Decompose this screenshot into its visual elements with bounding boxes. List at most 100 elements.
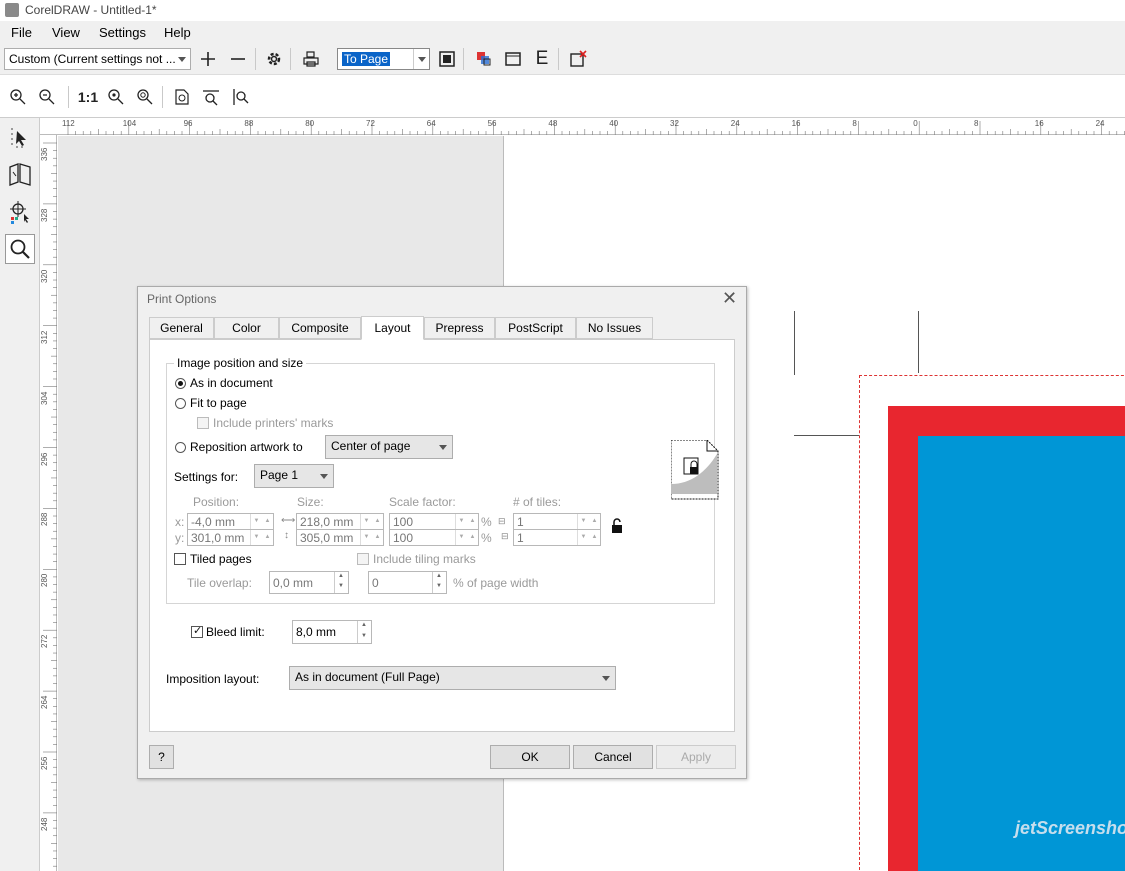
ruler-h-label: 32 bbox=[670, 119, 679, 128]
imposition-tool-icon[interactable] bbox=[6, 160, 34, 188]
color-separations-icon[interactable] bbox=[472, 47, 496, 71]
gear-icon[interactable] bbox=[262, 47, 286, 71]
y-label: y: bbox=[175, 531, 185, 545]
scale-x-field[interactable]: 100 ▼ ▲ bbox=[389, 513, 479, 530]
title-bar: CorelDRAW - Untitled-1* bbox=[0, 0, 1125, 21]
bleed-limit-checkbox[interactable] bbox=[191, 624, 203, 638]
vertical-ruler[interactable]: 336328320312304296288280272264256248240 bbox=[40, 135, 57, 871]
ruler-v-label: 320 bbox=[40, 269, 49, 283]
tab-prepress[interactable]: Prepress bbox=[424, 317, 495, 339]
zoom-out-icon[interactable] bbox=[35, 85, 59, 109]
tiles-y-field[interactable]: 1 ▼ ▲ bbox=[513, 529, 601, 546]
position-column-label: Position: bbox=[193, 495, 240, 509]
include-printers-marks-label: Include printers' marks bbox=[213, 416, 334, 430]
zoom-in-icon[interactable] bbox=[6, 85, 30, 109]
menu-file[interactable]: File bbox=[11, 25, 32, 40]
pick-tool-icon[interactable] bbox=[6, 124, 34, 152]
ruler-h-label: 80 bbox=[305, 119, 315, 128]
settings-for-dropdown[interactable]: Page 1 bbox=[254, 464, 334, 488]
frame-icon[interactable] bbox=[501, 47, 525, 71]
tile-overlap-value: 0,0 mm bbox=[273, 576, 314, 590]
cancel-button[interactable]: Cancel bbox=[573, 745, 653, 769]
tab-general[interactable]: General bbox=[149, 317, 214, 339]
zoom-selected-icon[interactable] bbox=[104, 85, 128, 109]
crop-mark bbox=[794, 311, 795, 375]
tiles-x-field[interactable]: 1 ▼ ▲ bbox=[513, 513, 601, 530]
e-icon[interactable]: E bbox=[530, 47, 554, 71]
spinner-buttons: ▼ ▲ bbox=[250, 530, 273, 545]
tile-percent-value: 0 bbox=[372, 576, 379, 590]
spinner-buttons: ▲ ▼ bbox=[334, 572, 348, 593]
tab-postscript[interactable]: PostScript bbox=[495, 317, 576, 339]
horizontal-ruler-ticks bbox=[67, 121, 1125, 135]
fit-page-icon[interactable] bbox=[435, 47, 459, 71]
scale-y-field[interactable]: 100 ▼ ▲ bbox=[389, 529, 479, 546]
size-column-label: Size: bbox=[297, 495, 324, 509]
chevron-down-icon bbox=[597, 667, 615, 689]
ruler-v-label: 280 bbox=[40, 573, 49, 588]
lock-icon[interactable] bbox=[611, 518, 623, 537]
bleed-limit-value: 8,0 mm bbox=[296, 625, 337, 639]
print-preset-combo[interactable]: Custom (Current settings not ... bbox=[4, 48, 191, 70]
imposition-layout-dropdown[interactable]: As in document (Full Page) bbox=[289, 666, 616, 690]
ruler-v-label: 336 bbox=[40, 147, 49, 161]
bleed-limit-label: Bleed limit: bbox=[206, 625, 265, 639]
ruler-h-label: 48 bbox=[548, 119, 558, 128]
tiles-vertical-icon: ⊟ bbox=[501, 531, 509, 541]
minus-icon[interactable] bbox=[226, 47, 250, 71]
zoom-height-icon[interactable] bbox=[228, 85, 252, 109]
position-y-field[interactable]: 301,0 mm ▼ ▲ bbox=[187, 529, 274, 546]
help-button[interactable]: ? bbox=[149, 745, 174, 769]
size-height-field[interactable]: 305,0 mm ▼ ▲ bbox=[296, 529, 384, 546]
close-preview-icon[interactable] bbox=[566, 47, 590, 71]
radio-fit-to-page[interactable] bbox=[175, 398, 186, 409]
position-x-field[interactable]: -4,0 mm ▼ ▲ bbox=[187, 513, 274, 530]
ruler-v-label: 304 bbox=[40, 391, 49, 405]
zoom-all-icon[interactable] bbox=[133, 85, 157, 109]
tab-no-issues[interactable]: No Issues bbox=[576, 317, 653, 339]
tiles-column-label: # of tiles: bbox=[513, 495, 562, 509]
include-tiling-marks-checkbox[interactable] bbox=[357, 553, 369, 565]
toolbar-separator bbox=[255, 48, 256, 70]
tiled-pages-checkbox[interactable] bbox=[174, 553, 186, 565]
settings-for-label: Settings for: bbox=[174, 470, 239, 484]
crop-mark bbox=[794, 435, 859, 436]
actual-size-icon[interactable]: 1:1 bbox=[76, 85, 100, 109]
zoom-tool-icon[interactable] bbox=[5, 234, 35, 264]
apply-button[interactable]: Apply bbox=[656, 745, 736, 769]
fit-to-page-label: Fit to page bbox=[190, 396, 247, 410]
printer-icon[interactable] bbox=[299, 47, 323, 71]
tiles-y-value: 1 bbox=[517, 531, 524, 545]
horizontal-ruler[interactable]: 112 104 96 88 80 72 64 56 48 40 32 24 16 8 0 8 16 24 bbox=[40, 118, 1125, 135]
plus-icon[interactable] bbox=[196, 47, 220, 71]
tab-color[interactable]: Color bbox=[214, 317, 279, 339]
ok-button[interactable]: OK bbox=[490, 745, 570, 769]
tile-percent-field[interactable]: 0 ▲ ▼ bbox=[368, 571, 447, 594]
radio-as-in-document[interactable] bbox=[175, 378, 186, 389]
tab-composite[interactable]: Composite bbox=[279, 317, 361, 339]
menu-settings[interactable]: Settings bbox=[99, 25, 146, 40]
zoom-width-icon[interactable] bbox=[199, 85, 223, 109]
tab-layout[interactable]: Layout bbox=[361, 316, 424, 340]
ruler-h-label: 16 bbox=[1034, 119, 1044, 128]
marks-placement-tool-icon[interactable] bbox=[6, 198, 34, 226]
width-arrow-icon: ⟷ bbox=[281, 515, 296, 526]
print-options-dialog: Print Options ✕ General Color Composite … bbox=[137, 286, 747, 779]
reposition-dropdown[interactable]: Center of page bbox=[325, 435, 453, 459]
menu-view[interactable]: View bbox=[52, 25, 80, 40]
menu-help[interactable]: Help bbox=[164, 25, 191, 40]
spinner-buttons: ▼ ▲ bbox=[577, 514, 600, 529]
group-title: Image position and size bbox=[174, 356, 307, 370]
radio-reposition-artwork[interactable] bbox=[175, 442, 186, 453]
ruler-v-label: 248 bbox=[40, 817, 49, 831]
zoom-combo[interactable]: To Page bbox=[337, 48, 430, 70]
ruler-v-label: 288 bbox=[40, 513, 49, 527]
zoom-page-icon[interactable] bbox=[170, 85, 194, 109]
size-width-field[interactable]: 218,0 mm ▼ ▲ bbox=[296, 513, 384, 530]
close-icon[interactable]: ✕ bbox=[722, 288, 737, 309]
tile-percent-label: % of page width bbox=[453, 576, 539, 590]
size-width-value: 218,0 mm bbox=[300, 515, 354, 529]
tile-overlap-field[interactable]: 0,0 mm ▲ ▼ bbox=[269, 571, 349, 594]
include-printers-marks-checkbox[interactable] bbox=[197, 417, 209, 429]
bleed-limit-field[interactable]: 8,0 mm ▲ ▼ bbox=[292, 620, 372, 644]
